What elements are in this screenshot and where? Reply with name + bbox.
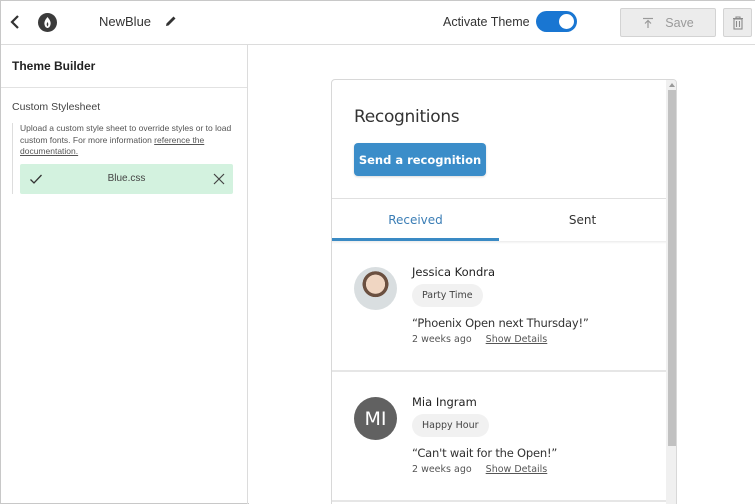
activate-theme-toggle[interactable] [536, 11, 577, 32]
recognitions-widget: Recognitions Send a recognition Received… [331, 79, 677, 504]
back-button[interactable] [7, 12, 25, 32]
pencil-icon [166, 16, 176, 26]
recognition-meta: 2 weeks ago Show Details [412, 464, 547, 475]
send-recognition-button[interactable]: Send a recognition [354, 143, 486, 176]
timestamp: 2 weeks ago [412, 334, 472, 345]
recipient-name: Jessica Kondra [412, 265, 496, 279]
scrollbar-thumb[interactable] [668, 90, 676, 446]
flame-logo-icon [38, 13, 57, 32]
recognition-meta: 2 weeks ago Show Details [412, 334, 547, 345]
vertical-scrollbar[interactable] [666, 80, 676, 504]
upload-icon [643, 17, 654, 28]
file-name: Blue.css [107, 173, 146, 184]
custom-stylesheet-section: Custom Stylesheet Upload a custom style … [1, 88, 247, 194]
toggle-knob [559, 14, 574, 29]
recognition-item: MI Mia Ingram Happy Hour “Can't wait for… [332, 372, 666, 502]
theme-builder-sidebar: Theme Builder Custom Stylesheet Upload a… [1, 45, 248, 504]
avatar-initials: MI [354, 397, 397, 440]
trash-icon [732, 15, 743, 30]
theme-preview-area: Recognitions Send a recognition Received… [249, 45, 755, 504]
recognitions-content: Recognitions Send a recognition Received… [332, 80, 666, 504]
delete-button[interactable] [723, 8, 752, 37]
recipient-name: Mia Ingram [412, 395, 477, 409]
tab-sent[interactable]: Sent [499, 199, 666, 241]
theme-name: NewBlue [99, 14, 152, 29]
recognitions-title: Recognitions [354, 107, 460, 127]
custom-stylesheet-body: Upload a custom style sheet to override … [12, 123, 236, 194]
show-details-link[interactable]: Show Details [486, 464, 548, 475]
check-icon [30, 174, 42, 184]
timestamp: 2 weeks ago [412, 464, 472, 475]
recognition-badge: Party Time [412, 284, 483, 307]
uploaded-file-chip: Blue.css [20, 163, 233, 194]
top-bar: NewBlue Activate Theme Save [1, 1, 755, 45]
scroll-up-arrow-icon[interactable] [669, 83, 675, 87]
recognition-badge: Happy Hour [412, 414, 489, 437]
sidebar-title: Theme Builder [1, 45, 247, 88]
activate-theme-label: Activate Theme [443, 15, 530, 29]
edit-name-button[interactable] [163, 13, 179, 29]
recognition-item: Jessica Kondra Party Time “Phoenix Open … [332, 242, 666, 372]
chevron-left-icon [10, 15, 19, 29]
close-icon[interactable] [213, 173, 225, 185]
recognition-message: “Can't wait for the Open!” [412, 446, 558, 460]
tab-received[interactable]: Received [332, 199, 499, 241]
save-button[interactable]: Save [620, 8, 716, 37]
show-details-link[interactable]: Show Details [486, 334, 548, 345]
save-label: Save [665, 15, 694, 30]
avatar-photo [354, 267, 397, 310]
recognition-message: “Phoenix Open next Thursday!” [412, 316, 589, 330]
app-frame: NewBlue Activate Theme Save Theme Builde… [0, 0, 755, 504]
custom-stylesheet-label: Custom Stylesheet [12, 101, 101, 113]
stylesheet-description: Upload a custom style sheet to override … [20, 123, 236, 158]
